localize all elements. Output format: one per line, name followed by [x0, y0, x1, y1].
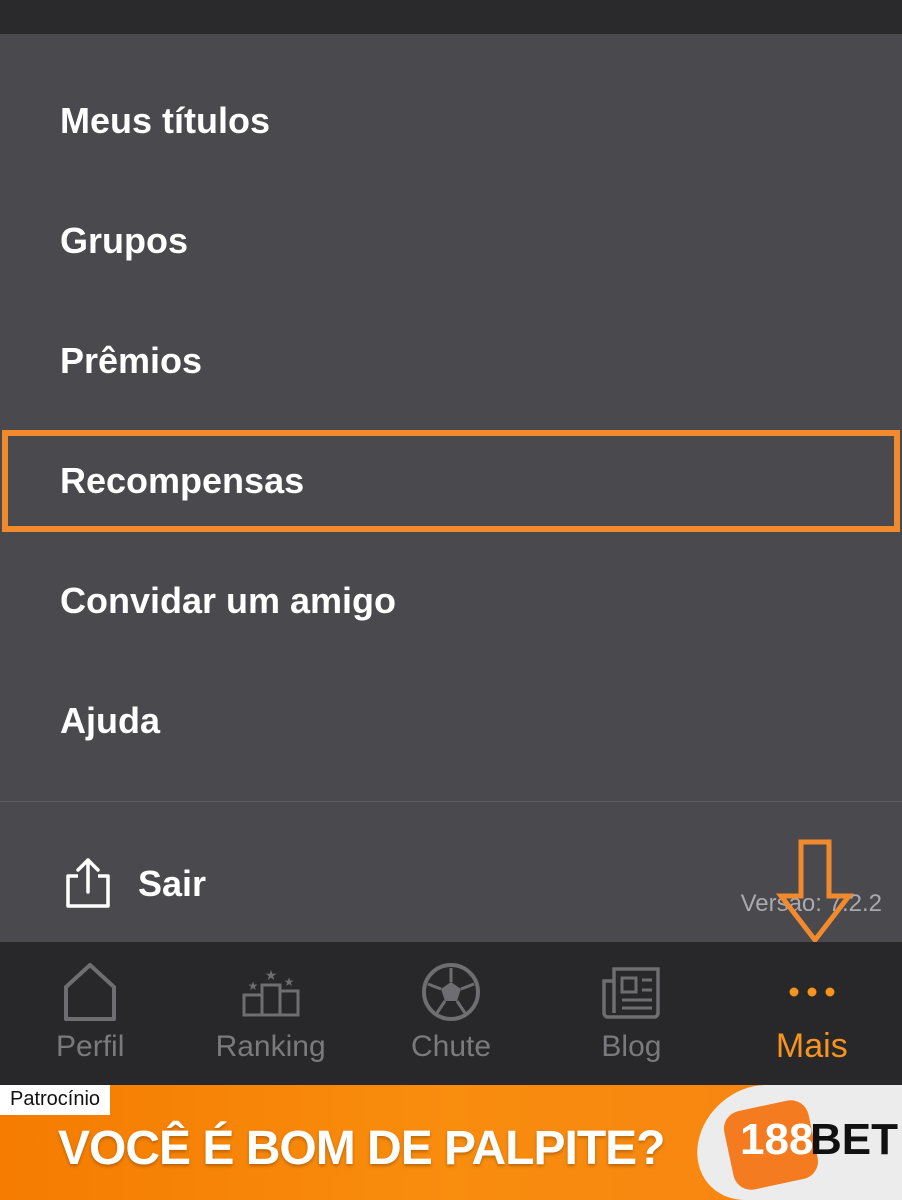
menu-item-label: Meus títulos	[60, 100, 271, 141]
side-menu: Meus títulos Grupos Prêmios Recompensas …	[0, 34, 902, 942]
svg-text:★: ★	[283, 975, 294, 989]
menu-item-label: Ajuda	[60, 700, 161, 741]
menu-item-label: Recompensas	[60, 460, 305, 501]
newspaper-icon	[599, 960, 663, 1024]
tab-blog[interactable]: Blog	[541, 942, 721, 1085]
tab-label: Chute	[410, 1030, 492, 1063]
tab-chute[interactable]: Chute	[361, 942, 541, 1085]
menu-item-label: Prêmios	[60, 340, 203, 381]
tab-label: Mais	[775, 1027, 848, 1065]
tab-label: Ranking	[215, 1030, 326, 1063]
menu-item-meus-titulos[interactable]: Meus títulos	[0, 61, 902, 181]
tab-ranking[interactable]: ★ ★ ★ Ranking	[180, 942, 360, 1085]
menu-item-ajuda[interactable]: Ajuda	[0, 661, 902, 781]
soccer-ball-icon	[419, 960, 483, 1024]
tab-mais[interactable]: Mais	[722, 942, 902, 1085]
tab-label: Blog	[601, 1030, 662, 1063]
menu-item-label: Convidar um amigo	[60, 580, 397, 621]
logout-label: Sair	[138, 863, 207, 904]
logout-button[interactable]: Sair	[60, 848, 206, 920]
down-arrow-icon	[775, 839, 855, 945]
menu-item-premios[interactable]: Prêmios	[0, 301, 902, 421]
tab-label: Perfil	[56, 1030, 125, 1063]
sponsor-banner[interactable]: Patrocínio VOCÊ É BOM DE PALPITE? 188 BE…	[0, 1085, 902, 1200]
status-bar	[0, 0, 902, 34]
brand-logo-word: BET	[810, 1115, 898, 1164]
sponsor-tag: Patrocínio	[0, 1085, 111, 1115]
more-dots-icon	[780, 960, 844, 1024]
home-icon	[58, 960, 122, 1024]
menu-item-convidar-amigo[interactable]: Convidar um amigo	[0, 541, 902, 661]
menu-item-recompensas[interactable]: Recompensas	[0, 421, 902, 541]
banner-headline: VOCÊ É BOM DE PALPITE?	[58, 1122, 665, 1175]
menu-divider	[0, 801, 902, 802]
svg-text:★: ★	[247, 979, 258, 993]
brand-logo-number: 188	[740, 1115, 814, 1164]
bottom-tab-bar: Perfil ★ ★ ★ Ranking Chute Blog Mais	[0, 942, 902, 1085]
share-exit-icon	[66, 858, 110, 908]
menu-item-grupos[interactable]: Grupos	[0, 181, 902, 301]
tab-perfil[interactable]: Perfil	[0, 942, 180, 1085]
menu-item-label: Grupos	[60, 220, 189, 261]
podium-icon: ★ ★ ★	[239, 960, 303, 1024]
svg-text:★: ★	[264, 967, 277, 983]
